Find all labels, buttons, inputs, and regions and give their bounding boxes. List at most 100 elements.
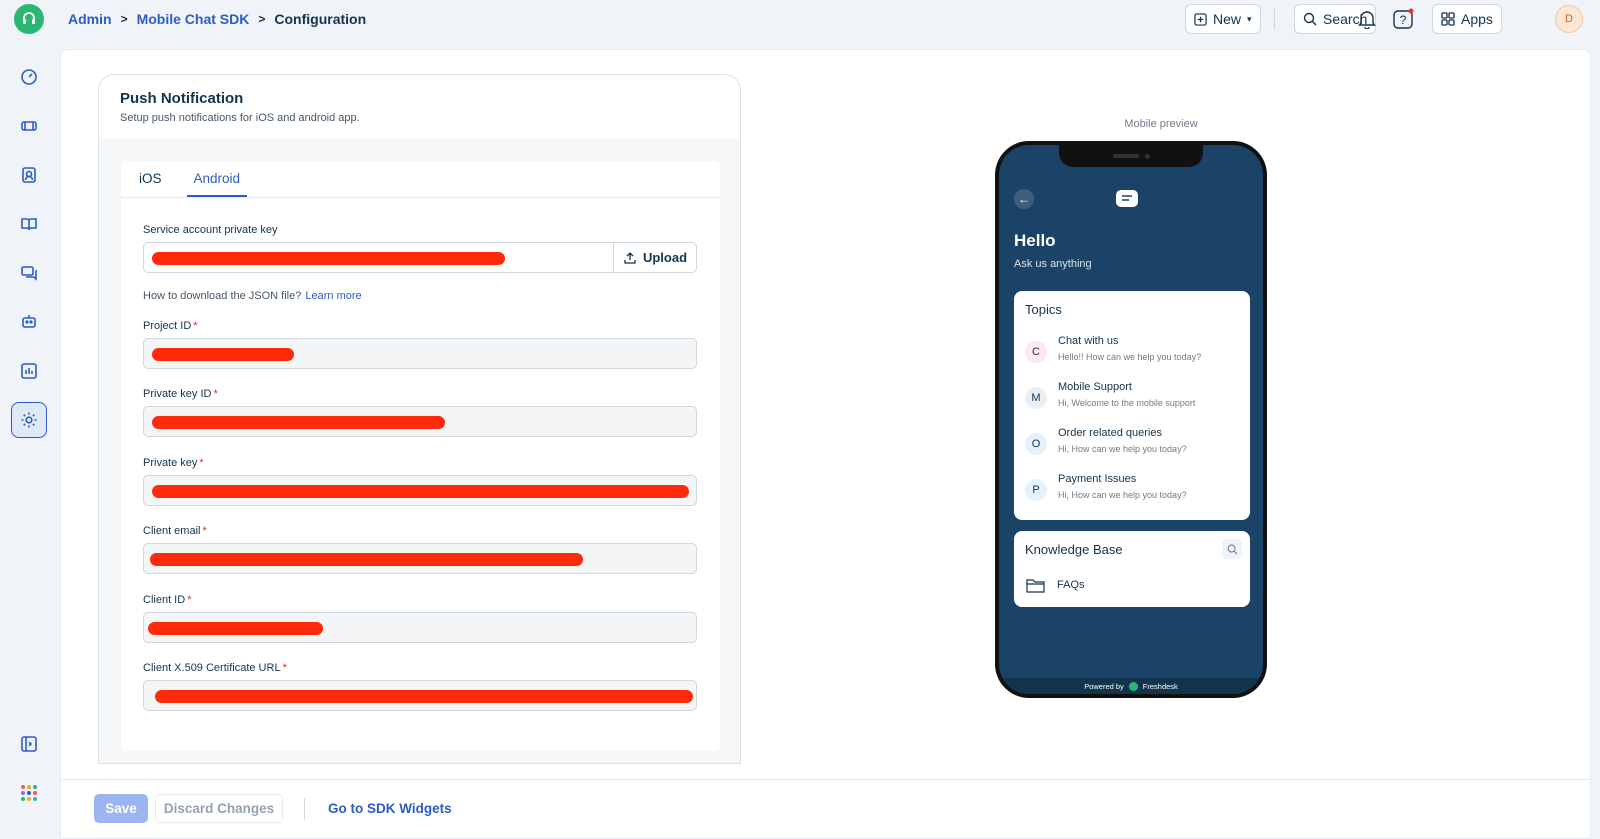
topic-item: M Mobile Support Hi, Welcome to the mobi… <box>1025 381 1245 421</box>
client-email-input[interactable] <box>143 543 697 574</box>
breadcrumb-admin[interactable]: Admin <box>68 11 112 27</box>
project-id-label-text: Project ID <box>143 320 192 332</box>
bot-icon[interactable] <box>11 304 47 340</box>
discard-changes-button[interactable]: Discard Changes <box>155 794 283 823</box>
brand-name: Freshdesk <box>1142 681 1178 691</box>
chevron-right-icon: > <box>258 12 266 26</box>
private-key-id-input[interactable] <box>143 406 697 437</box>
topic-item: O Order related queries Hi, How can we h… <box>1025 427 1245 467</box>
chat-logo-icon <box>1116 190 1138 207</box>
top-bar: Admin > Mobile Chat SDK > Configuration … <box>58 0 1600 40</box>
cert-url-label-text: Client X.509 Certificate URL <box>143 662 281 674</box>
required-mark: * <box>187 594 192 606</box>
project-id-label: Project ID * <box>143 320 198 332</box>
topic-name: Payment Issues <box>1058 473 1137 485</box>
cert-url-input[interactable] <box>143 680 697 711</box>
left-sidebar <box>0 0 58 839</box>
folder-icon <box>1026 577 1046 598</box>
tab-ios[interactable]: iOS <box>139 161 162 197</box>
bell-icon[interactable] <box>1354 6 1380 32</box>
card-title: Push Notification <box>120 90 244 107</box>
search-icon <box>1222 539 1242 559</box>
action-footer: Save Discard Changes Go to SDK Widgets <box>61 779 1590 838</box>
divider <box>304 798 305 820</box>
main-content: Push Notification Setup push notificatio… <box>60 49 1591 839</box>
redacted-value <box>152 485 689 498</box>
form-panel: iOS Android Service account private key … <box>121 161 720 751</box>
platform-tabs: iOS Android <box>121 161 720 198</box>
new-button[interactable]: New ▾ <box>1185 4 1261 34</box>
redacted-value <box>152 348 294 361</box>
service-key-input[interactable]: Upload <box>143 242 697 273</box>
conversations-icon[interactable] <box>11 255 47 291</box>
topic-sub: Hello!! How can we help you today? <box>1058 352 1202 362</box>
client-id-label-text: Client ID <box>143 594 186 606</box>
knowledge-base-icon[interactable] <box>11 206 47 242</box>
required-mark: * <box>199 457 204 469</box>
go-to-sdk-widgets-link[interactable]: Go to SDK Widgets <box>328 801 452 816</box>
apps-button[interactable]: Apps <box>1432 4 1502 34</box>
expand-sidebar-icon[interactable] <box>11 726 47 762</box>
topics-title: Topics <box>1025 302 1062 317</box>
cert-url-label: Client X.509 Certificate URL * <box>143 662 287 674</box>
client-id-label: Client ID * <box>143 594 191 606</box>
card-subtitle: Setup push notifications for iOS and and… <box>120 112 360 124</box>
tickets-icon[interactable] <box>11 108 47 144</box>
breadcrumb: Admin > Mobile Chat SDK > Configuration <box>68 11 366 27</box>
service-key-label: Service account private key <box>143 224 278 236</box>
back-arrow-icon: ← <box>1014 189 1034 209</box>
mobile-preview-label: Mobile preview <box>1124 118 1198 130</box>
plus-square-icon <box>1194 12 1207 26</box>
preview-ask: Ask us anything <box>1014 258 1092 270</box>
push-notification-card: Push Notification Setup push notificatio… <box>98 74 741 764</box>
project-id-input[interactable] <box>143 338 697 369</box>
card-body: iOS Android Service account private key … <box>99 139 740 763</box>
svg-text:?: ? <box>1400 13 1407 27</box>
kb-title: Knowledge Base <box>1025 542 1123 557</box>
topic-sub: Hi, How can we help you today? <box>1058 444 1187 454</box>
preview-hello: Hello <box>1014 231 1056 250</box>
app-switcher-icon[interactable] <box>11 775 47 811</box>
powered-by-text: Powered by <box>1084 681 1124 691</box>
upload-button[interactable]: Upload <box>613 243 696 272</box>
client-id-input[interactable] <box>143 612 697 643</box>
kb-faq-item: FAQs <box>1057 579 1085 591</box>
client-email-label-text: Client email <box>143 525 201 537</box>
required-mark: * <box>213 388 218 400</box>
help-text: How to download the JSON file? Learn more <box>143 290 362 302</box>
knowledge-base-card: Knowledge Base FAQs <box>1014 531 1250 607</box>
topic-sub: Hi, Welcome to the mobile support <box>1058 398 1196 408</box>
topic-name: Chat with us <box>1058 335 1119 347</box>
contacts-icon[interactable] <box>11 157 47 193</box>
tab-android[interactable]: Android <box>186 161 248 197</box>
private-key-label: Private key * <box>143 457 204 469</box>
search-icon <box>1303 12 1317 26</box>
private-key-id-label: Private key ID * <box>143 388 218 400</box>
private-key-label-text: Private key <box>143 457 198 469</box>
redacted-value <box>155 690 693 703</box>
redacted-value <box>150 553 583 566</box>
admin-settings-icon[interactable] <box>11 402 47 438</box>
private-key-id-label-text: Private key ID <box>143 388 212 400</box>
topic-badge: C <box>1025 341 1047 363</box>
topic-sub: Hi, How can we help you today? <box>1058 490 1187 500</box>
upload-label: Upload <box>642 250 688 265</box>
topics-card: Topics C Chat with us Hello!! How can we… <box>1014 291 1250 520</box>
reports-icon[interactable] <box>11 353 47 389</box>
required-mark: * <box>193 320 198 332</box>
apps-label: Apps <box>1461 11 1493 27</box>
private-key-input[interactable] <box>143 475 697 506</box>
upload-icon <box>624 251 636 264</box>
phone-notch <box>1059 145 1203 167</box>
breadcrumb-mobile-chat-sdk[interactable]: Mobile Chat SDK <box>137 11 250 27</box>
help-icon[interactable]: ? <box>1390 6 1416 32</box>
learn-more-link[interactable]: Learn more <box>305 290 361 302</box>
redacted-value <box>152 416 445 429</box>
save-button[interactable]: Save <box>94 794 148 823</box>
breadcrumb-current: Configuration <box>274 11 367 27</box>
divider <box>1274 8 1275 30</box>
freshdesk-logo-icon[interactable] <box>14 4 44 34</box>
dashboard-icon[interactable] <box>11 59 47 95</box>
avatar[interactable]: D <box>1555 5 1583 33</box>
apps-icon <box>1441 12 1455 26</box>
